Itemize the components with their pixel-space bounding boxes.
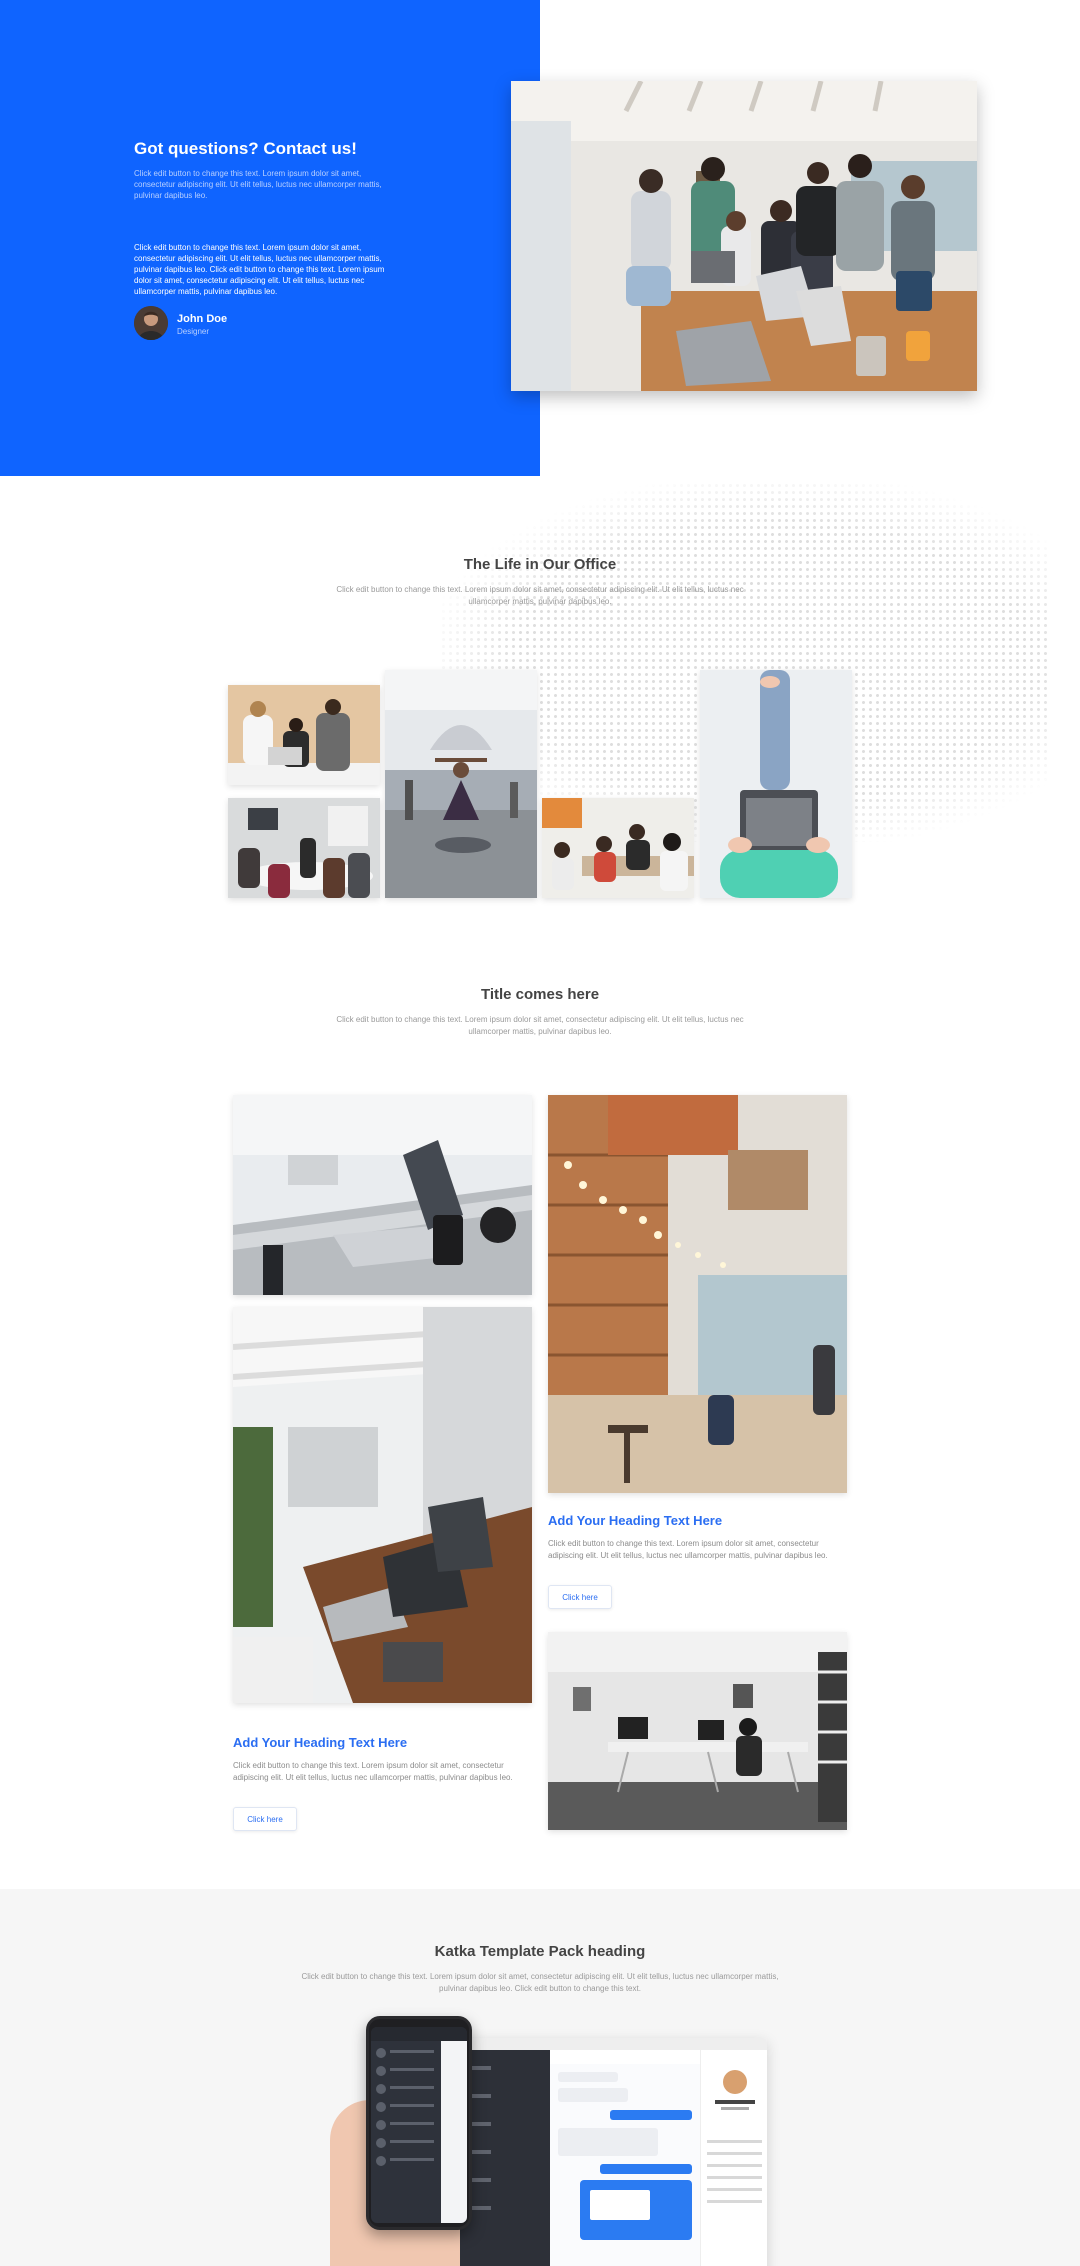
card-right-click-button[interactable]: Click here	[548, 1585, 612, 1609]
office-section-title: The Life in Our Office	[463, 556, 617, 573]
office-photo-laptop-lap	[700, 670, 852, 898]
hero-title: Got questions? Contact us!	[134, 139, 357, 158]
cafe-interior-photo	[548, 1095, 847, 1493]
mockup-chat-thread	[550, 2050, 700, 2266]
hero-blue-panel	[0, 0, 540, 476]
workspace-laptops-photo	[233, 1307, 532, 1703]
card-left-text: Click edit button to change this text. L…	[233, 1761, 513, 1782]
office-photo-yoga	[385, 670, 537, 898]
author-name: John Doe	[177, 313, 228, 325]
laptop-desk-photo	[233, 1095, 532, 1295]
features-section-title: Title comes here	[480, 986, 600, 1003]
avatar	[134, 306, 168, 340]
mockup-profile-panel	[700, 2050, 767, 2266]
card-left-click-button[interactable]: Click here	[233, 1807, 297, 1831]
phone-screen	[371, 2027, 467, 2223]
office-section-subtitle: Click edit button to change this text. L…	[336, 585, 744, 606]
office-photo-coworking	[542, 798, 694, 898]
hero-body: Click edit button to change this text. L…	[134, 243, 385, 296]
team-meeting-photo	[511, 81, 977, 391]
contact-hero: Got questions? Contact us! Click edit bu…	[0, 0, 1080, 476]
template-pack-subtitle: Click edit button to change this text. L…	[301, 1972, 779, 1993]
author-role: Designer	[177, 327, 210, 336]
office-photo-team-desk	[228, 685, 380, 785]
template-pack-title: Katka Template Pack heading	[434, 1943, 646, 1960]
office-photo-conference	[228, 798, 380, 898]
phone-mockup	[366, 2016, 472, 2230]
card-left-heading[interactable]: Add Your Heading Text Here	[233, 1735, 407, 1750]
studio-workspace-photo	[548, 1632, 847, 1830]
card-right-heading[interactable]: Add Your Heading Text Here	[548, 1513, 722, 1528]
card-right-text: Click edit button to change this text. L…	[548, 1539, 828, 1560]
hero-subtitle: Click edit button to change this text. L…	[134, 169, 382, 200]
features-section-subtitle: Click edit button to change this text. L…	[336, 1015, 744, 1036]
